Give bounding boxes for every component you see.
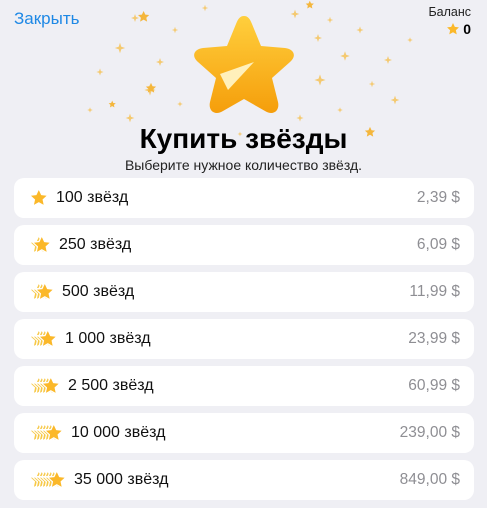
star-icon [447, 23, 460, 35]
hero-star-icon [194, 16, 294, 113]
option-price: 60,99 $ [408, 377, 460, 394]
star-option-row[interactable]: 1 000 звёзд 23,99 $ [14, 319, 474, 359]
close-button[interactable]: Закрыть [14, 9, 79, 29]
option-label: 100 звёзд [56, 189, 129, 206]
star-stack-icon [28, 420, 65, 446]
star-stack-icon [28, 279, 56, 305]
star-stack-icon [28, 467, 68, 493]
star-option-row[interactable]: 250 звёзд 6,09 $ [14, 225, 474, 265]
option-price: 11,99 $ [409, 283, 460, 300]
option-label: 10 000 звёзд [71, 424, 166, 441]
star-stack-icon [28, 326, 59, 352]
star-option-row[interactable]: 35 000 звёзд 849,00 $ [14, 460, 474, 500]
option-label: 250 звёзд [59, 236, 132, 253]
star-stack-icon [28, 373, 62, 399]
option-price: 2,39 $ [416, 189, 460, 206]
option-label: 2 500 звёзд [68, 377, 154, 394]
option-price: 6,09 $ [416, 236, 460, 253]
option-price: 23,99 $ [408, 330, 460, 347]
option-label: 35 000 звёзд [74, 471, 169, 488]
star-option-row[interactable]: 500 звёзд 11,99 $ [14, 272, 474, 312]
star-option-row[interactable]: 2 500 звёзд 60,99 $ [14, 366, 474, 406]
option-price: 239,00 $ [399, 424, 460, 441]
balance-label: Баланс [428, 5, 471, 19]
option-price: 849,00 $ [399, 471, 460, 488]
star-option-row[interactable]: 100 звёзд 2,39 $ [14, 178, 474, 218]
star-stack-icon [28, 185, 50, 211]
star-option-row[interactable]: 10 000 звёзд 239,00 $ [14, 413, 474, 453]
page-subtitle: Выберите нужное количество звёзд. [124, 157, 363, 173]
star-options-list: 100 звёзд 2,39 $ 250 звёзд 6,09 $ 500 зв… [14, 178, 474, 507]
balance-widget: Баланс 0 [428, 5, 471, 37]
option-label: 500 звёзд [62, 283, 135, 300]
page-title: Купить звёзды [139, 123, 348, 154]
star-stack-icon [28, 232, 53, 258]
option-label: 1 000 звёзд [65, 330, 151, 347]
balance-value: 0 [463, 21, 471, 37]
